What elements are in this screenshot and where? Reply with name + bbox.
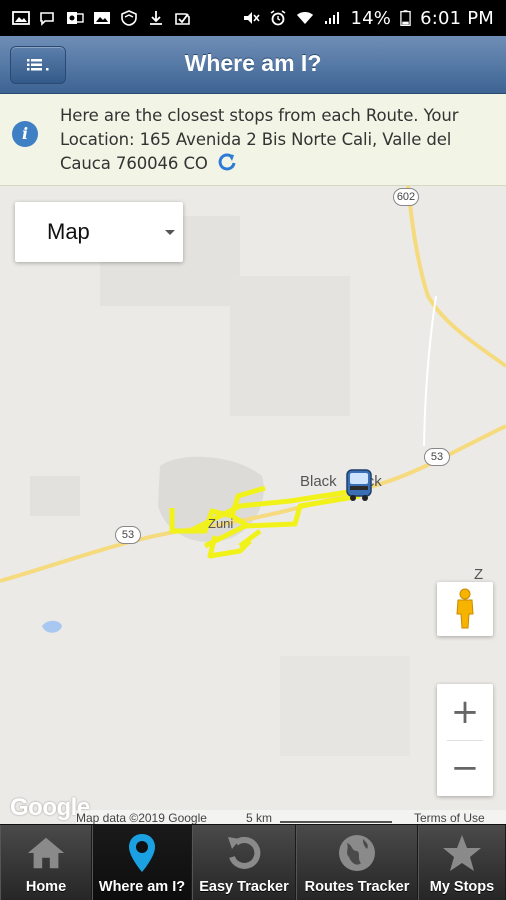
check-notification-icon: [175, 13, 190, 25]
nav-home[interactable]: Home: [0, 825, 92, 900]
app-root: 14% 6:01 PM Where am I? i Here are the c…: [0, 0, 506, 900]
pegman-icon: [456, 588, 474, 629]
nav-my-stops[interactable]: My Stops: [418, 825, 506, 900]
signal-icon: [325, 12, 340, 24]
place-label-zuni: Zuni: [208, 516, 234, 531]
terms-link[interactable]: Terms of Use: [414, 811, 485, 824]
nav-where-am-i[interactable]: Where am I?: [92, 825, 192, 900]
battery-percent: 14%: [350, 7, 392, 29]
wifi-icon: [297, 12, 314, 24]
nav-where-am-i-label: Where am I?: [98, 879, 186, 895]
lake: [42, 620, 62, 633]
alarm-icon: [271, 10, 286, 26]
shield-notification-icon: [121, 10, 137, 26]
highway-602: [406, 186, 506, 368]
info-icon: i: [12, 121, 38, 147]
nav-routes-tracker[interactable]: Routes Tracker: [296, 825, 418, 900]
route-shield-53-west: 53: [115, 526, 141, 544]
route-shield-602: 602: [393, 188, 419, 206]
status-bar: 14% 6:01 PM: [0, 0, 506, 36]
nav-routes-tracker-label: Routes Tracker: [304, 879, 410, 895]
battery-icon: [400, 10, 411, 26]
zoom-out-button[interactable]: −: [437, 740, 493, 796]
home-icon: [26, 833, 66, 873]
scale-bar: [280, 821, 392, 823]
image-notification-icon: [94, 12, 110, 24]
place-label-part: Black: [300, 473, 337, 490]
refresh-icon: [224, 833, 264, 873]
globe-icon: [337, 833, 377, 873]
gallery-notification-icon: [12, 11, 30, 25]
system-status: 14% 6:01 PM: [242, 8, 494, 29]
nav-easy-tracker[interactable]: Easy Tracker: [192, 825, 296, 900]
route-shield-53-east: 53: [424, 448, 450, 466]
outlook-notification-icon: [67, 12, 84, 24]
bus-stop-marker[interactable]: [345, 468, 373, 502]
caret-down-icon: [165, 230, 175, 235]
map-canvas[interactable]: [0, 186, 506, 824]
nav-my-stops-label: My Stops: [429, 879, 495, 895]
page-title: Where am I?: [184, 50, 322, 76]
app-header: Where am I?: [0, 36, 506, 94]
nav-home-label: Home: [25, 879, 67, 895]
banner-text: Here are the closest stops from each Rou…: [60, 106, 459, 173]
nav-easy-tracker-label: Easy Tracker: [199, 879, 289, 895]
map-view[interactable]: 602 53 53 Blackck Zuni Z U R Map: [0, 186, 506, 824]
terrain-patch: [280, 656, 410, 756]
banner-message: Here are the closest stops from each Rou…: [60, 104, 490, 176]
location-pin-icon: [122, 833, 162, 873]
map-attribution-bar: Map data ©2019 Google 5 km Terms of Use: [76, 810, 506, 824]
star-icon: [442, 833, 482, 873]
refresh-location-icon[interactable]: [217, 152, 237, 172]
local-road: [423, 295, 437, 447]
location-info-banner: i Here are the closest stops from each R…: [0, 94, 506, 186]
terrain-patch: [230, 276, 350, 416]
bottom-navigation: Home Where am I? Easy Tracker Routes Tra…: [0, 824, 506, 900]
zoom-in-button[interactable]: +: [437, 684, 493, 740]
street-view-button[interactable]: [437, 582, 493, 636]
clock: 6:01 PM: [420, 7, 494, 29]
map-data-text: Map data ©2019 Google: [76, 811, 207, 824]
terrain-patch: [30, 476, 80, 516]
zoom-controls: + −: [437, 684, 493, 796]
notification-icons: [12, 10, 192, 26]
map-type-label: Map: [47, 219, 90, 244]
download-notification-icon: [150, 11, 162, 25]
mute-icon: [244, 12, 261, 24]
map-type-dropdown[interactable]: Map: [15, 202, 183, 262]
scale-text[interactable]: 5 km: [246, 811, 272, 824]
chat-notification-icon: [40, 12, 54, 26]
